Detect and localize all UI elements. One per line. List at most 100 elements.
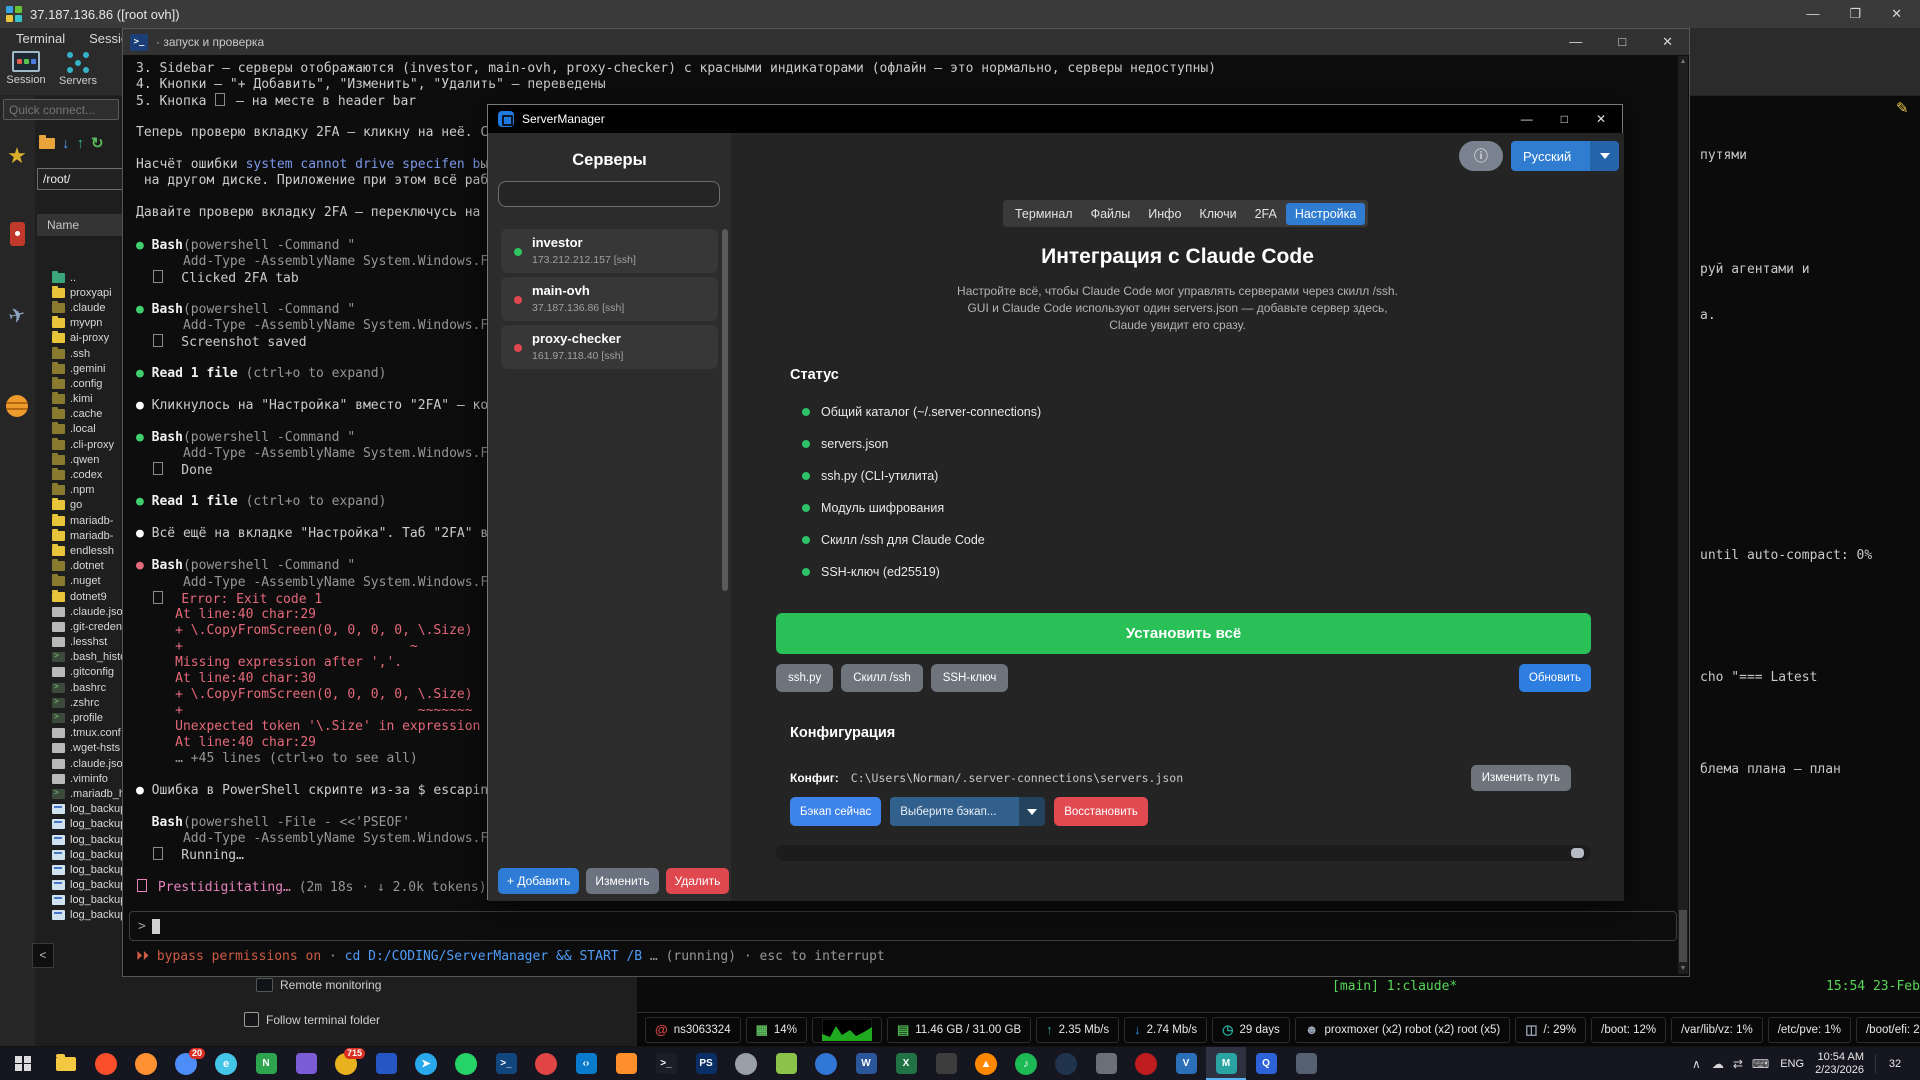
component-button[interactable]: SSH-ключ <box>931 664 1009 692</box>
server-card-investor[interactable]: investor173.212.212.157 [ssh] <box>501 229 718 273</box>
info-button[interactable]: ⓘ <box>1459 141 1503 171</box>
macros-plane-icon[interactable]: ✈ <box>1 300 33 331</box>
server-card-main-ovh[interactable]: main-ovh37.187.136.86 [ssh] <box>501 277 718 321</box>
refresh-icon[interactable]: ↻ <box>91 134 104 152</box>
taskbar-app-icon[interactable]: V <box>1166 1047 1206 1080</box>
minimize-icon[interactable]: — <box>1521 112 1533 126</box>
horizontal-scrollbar[interactable] <box>776 845 1591 861</box>
taskbar-app-icon[interactable]: Q <box>1246 1047 1286 1080</box>
remote-monitoring-toggle[interactable]: Remote monitoring <box>256 978 381 992</box>
scroll-up-icon[interactable]: ▲ <box>1678 58 1688 65</box>
taskbar-app-icon[interactable] <box>46 1047 86 1080</box>
taskbar-app-icon[interactable] <box>606 1047 646 1080</box>
install-all-button[interactable]: Установить всё <box>776 613 1591 654</box>
taskbar-app-icon[interactable] <box>766 1047 806 1080</box>
taskbar-app-icon[interactable] <box>1286 1047 1326 1080</box>
taskbar-app-icon[interactable]: 20 <box>166 1047 206 1080</box>
tab-инфо[interactable]: Инфо <box>1139 203 1190 225</box>
taskbar-app-icon[interactable] <box>1046 1047 1086 1080</box>
servers-button[interactable]: Servers <box>52 48 104 87</box>
refresh-button[interactable]: Обновить <box>1519 664 1591 692</box>
maximize-icon[interactable]: □ <box>1618 34 1626 50</box>
change-path-button[interactable]: Изменить путь <box>1471 765 1571 791</box>
server-search-input[interactable] <box>498 181 720 207</box>
close-icon[interactable]: ✕ <box>1891 6 1902 22</box>
action-center[interactable]: 32 <box>1875 1054 1914 1074</box>
taskbar-app-icon[interactable] <box>526 1047 566 1080</box>
monitor-item: ▦14% <box>746 1017 807 1043</box>
tab-настройка[interactable]: Настройка <box>1286 203 1366 225</box>
follow-terminal-folder-checkbox[interactable]: Follow terminal folder <box>244 1012 380 1027</box>
tab-терминал[interactable]: Терминал <box>1006 203 1082 225</box>
pencil-icon[interactable]: ✎ <box>1896 99 1909 117</box>
backup-now-button[interactable]: Бэкап сейчас <box>790 797 881 826</box>
favorites-star-icon[interactable]: ★ <box>4 143 30 169</box>
session-button[interactable]: Session <box>0 48 52 86</box>
minimize-icon[interactable]: — <box>1569 34 1582 50</box>
taskbar-app-icon[interactable] <box>1086 1047 1126 1080</box>
component-button[interactable]: ssh.py <box>776 664 833 692</box>
keyboard-language[interactable]: ENG <box>1780 1058 1804 1070</box>
quick-connect-field[interactable] <box>3 99 119 120</box>
tab-2fa[interactable]: 2FA <box>1246 203 1286 225</box>
taskbar-app-icon[interactable] <box>926 1047 966 1080</box>
close-icon[interactable]: ✕ <box>1596 112 1606 126</box>
taskbar-app-icon[interactable] <box>726 1047 766 1080</box>
claude-prompt-box[interactable]: > <box>129 911 1677 941</box>
taskbar-app-icon[interactable] <box>806 1047 846 1080</box>
taskbar-app-icon[interactable] <box>286 1047 326 1080</box>
taskbar-app-icon[interactable]: N <box>246 1047 286 1080</box>
taskbar-app-icon[interactable]: >_ <box>486 1047 526 1080</box>
taskbar-app-icon[interactable]: >_ <box>646 1047 686 1080</box>
start-button[interactable] <box>0 1047 46 1080</box>
language-dropdown[interactable]: Русский <box>1511 141 1619 171</box>
delete-server-button[interactable]: Удалить <box>666 868 730 894</box>
tray-chevron-up-icon[interactable]: ∧ <box>1692 1057 1701 1071</box>
tray-icon[interactable]: ☁ <box>1712 1057 1724 1071</box>
taskbar-app-icon[interactable]: ♪ <box>1006 1047 1046 1080</box>
backup-select[interactable]: Выберите бэкап... <box>890 797 1045 826</box>
tab-ключи[interactable]: Ключи <box>1190 203 1245 225</box>
taskbar-app-icon[interactable]: e <box>206 1047 246 1080</box>
component-button[interactable]: Скилл /ssh <box>841 664 922 692</box>
folder-up-icon[interactable] <box>39 138 55 149</box>
taskbar-app-icon[interactable] <box>446 1047 486 1080</box>
taskbar-app-icon[interactable]: PS <box>686 1047 726 1080</box>
scrollbar-thumb[interactable] <box>1571 848 1584 858</box>
taskbar-app-icon[interactable] <box>366 1047 406 1080</box>
taskbar-app-icon[interactable]: X <box>886 1047 926 1080</box>
maximize-icon[interactable]: □ <box>1561 112 1568 126</box>
clock[interactable]: 10:54 AM 2/23/2026 <box>1815 1051 1864 1077</box>
taskbar-app-icon[interactable]: ▲ <box>966 1047 1006 1080</box>
close-icon[interactable]: ✕ <box>1662 34 1673 50</box>
tray-icon[interactable]: ⇄ <box>1733 1057 1743 1071</box>
edit-server-button[interactable]: Изменить <box>586 868 658 894</box>
download-icon[interactable]: ↓ <box>62 135 70 152</box>
menu-item-terminal[interactable]: Terminal <box>6 30 75 47</box>
tray-icon[interactable]: ⌨ <box>1752 1057 1769 1071</box>
upload-icon[interactable]: ↑ <box>77 135 85 152</box>
tab-файлы[interactable]: Файлы <box>1082 203 1140 225</box>
checkbox-icon[interactable] <box>244 1012 259 1027</box>
taskbar-app-icon[interactable]: ‹› <box>566 1047 606 1080</box>
taskbar-app-icon[interactable]: ➤ <box>406 1047 446 1080</box>
globe-icon[interactable] <box>4 395 30 417</box>
taskbar-app-icon[interactable] <box>1126 1047 1166 1080</box>
add-server-button[interactable]: + Добавить <box>498 868 579 894</box>
tools-knife-icon[interactable] <box>4 222 30 246</box>
maximize-icon[interactable]: ❐ <box>1849 6 1861 22</box>
taskbar-app-icon[interactable] <box>86 1047 126 1080</box>
scrollbar-thumb[interactable] <box>1679 910 1687 962</box>
taskbar-app-icon[interactable] <box>126 1047 166 1080</box>
server-list-scrollbar[interactable] <box>722 229 728 591</box>
taskbar-app-icon[interactable]: W <box>846 1047 886 1080</box>
restore-button[interactable]: Восстановить <box>1054 797 1148 826</box>
quick-connect-input[interactable] <box>3 99 119 120</box>
terminal-scrollbar[interactable]: ▲ ▼ <box>1678 56 1688 974</box>
taskbar-app-icon[interactable]: M <box>1206 1047 1246 1080</box>
taskbar-app-icon[interactable]: 715 <box>326 1047 366 1080</box>
tree-scroll-left-button[interactable]: < <box>32 943 54 968</box>
server-card-proxy-checker[interactable]: proxy-checker161.97.118.40 [ssh] <box>501 325 718 369</box>
scroll-down-icon[interactable]: ▼ <box>1678 965 1688 972</box>
minimize-icon[interactable]: — <box>1806 6 1819 22</box>
